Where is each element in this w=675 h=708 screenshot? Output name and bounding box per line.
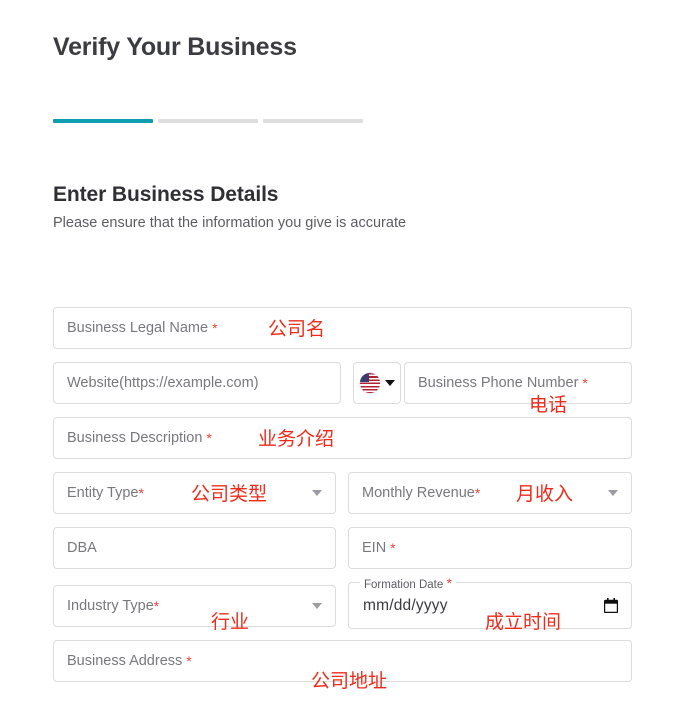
page-title: Verify Your Business [53, 33, 297, 61]
formation-date-label: Formation Date * [360, 575, 456, 591]
industry-type-placeholder: Industry Type [67, 598, 154, 614]
monthly-revenue-select[interactable]: Monthly Revenue * [348, 472, 632, 514]
us-flag-icon [359, 373, 380, 393]
dba-input[interactable]: DBA [53, 527, 336, 569]
required-asterisk: * [138, 485, 144, 501]
monthly-revenue-placeholder: Monthly Revenue [362, 485, 475, 501]
website-input[interactable]: Website(https://example.com) [53, 362, 341, 404]
form-row-address: Business Address * 公司地址 [53, 640, 632, 691]
formation-date-value: mm/dd/yyyy [363, 597, 448, 614]
required-asterisk: * [212, 320, 218, 336]
chevron-down-icon [312, 490, 322, 496]
business-legal-name-placeholder: Business Legal Name [67, 320, 209, 336]
required-asterisk: * [206, 430, 212, 446]
annotation-phone: 电话 [529, 394, 568, 416]
entity-type-placeholder: Entity Type [67, 485, 139, 501]
formation-date-label-text: Formation Date [364, 579, 444, 591]
ein-placeholder: EIN [362, 540, 387, 556]
dba-placeholder: DBA [67, 540, 97, 556]
industry-type-select[interactable]: Industry Type * [53, 585, 336, 627]
section-subheading: Please ensure that the information you g… [53, 215, 407, 231]
section-heading: Enter Business Details [53, 183, 279, 206]
flag-canton [359, 373, 369, 382]
annotation-legal-name: 公司名 [268, 318, 326, 340]
stepper-segment-1 [53, 119, 153, 123]
country-code-content [359, 373, 395, 393]
verify-business-page: Verify Your Business Enter Business Deta… [0, 0, 675, 708]
chevron-down-icon [384, 380, 395, 386]
form-row-dba-ein: DBA EIN * [53, 527, 632, 569]
required-asterisk: * [446, 575, 452, 591]
chevron-down-icon [312, 603, 322, 609]
ein-input[interactable]: EIN * [348, 527, 632, 569]
annotation-entity-type: 公司类型 [191, 483, 268, 505]
annotation-formation-date: 成立时间 [485, 611, 562, 633]
form-row-entity-revenue: Entity Type * 公司类型 Monthly Revenue * 月收入 [53, 472, 632, 514]
progress-stepper [53, 119, 363, 123]
form-row-industry-formation: Industry Type * 行业 Formation Date * mm/d… [53, 575, 632, 633]
form-row-website-phone: Website(https://example.com) Business Ph… [53, 362, 632, 415]
business-details-form: Business Legal Name * 公司名 Website(https:… [53, 307, 632, 691]
business-description-input[interactable]: Business Description * [53, 417, 632, 459]
required-asterisk: * [582, 375, 588, 391]
annotation-industry-type: 行业 [211, 611, 250, 633]
stepper-segment-2 [158, 119, 258, 123]
business-phone-placeholder: Business Phone Number [418, 375, 579, 391]
business-description-placeholder: Business Description [67, 430, 203, 446]
stepper-segment-3 [263, 119, 363, 123]
annotation-monthly-revenue: 月收入 [516, 483, 574, 505]
form-row-description: Business Description * 业务介绍 [53, 417, 632, 459]
required-asterisk: * [153, 598, 160, 614]
required-asterisk: * [474, 485, 481, 501]
required-asterisk: * [186, 653, 192, 669]
required-asterisk: * [390, 540, 396, 556]
form-row-legal-name: Business Legal Name * 公司名 [53, 307, 632, 349]
country-code-select[interactable] [353, 362, 401, 404]
annotation-address: 公司地址 [311, 670, 388, 692]
chevron-down-icon [608, 490, 618, 496]
business-phone-input[interactable]: Business Phone Number * [404, 362, 632, 404]
calendar-icon[interactable] [604, 597, 618, 613]
website-placeholder: Website(https://example.com) [67, 375, 259, 391]
business-address-placeholder: Business Address [67, 653, 183, 669]
annotation-description: 业务介绍 [258, 428, 335, 450]
business-legal-name-input[interactable]: Business Legal Name * [53, 307, 632, 349]
